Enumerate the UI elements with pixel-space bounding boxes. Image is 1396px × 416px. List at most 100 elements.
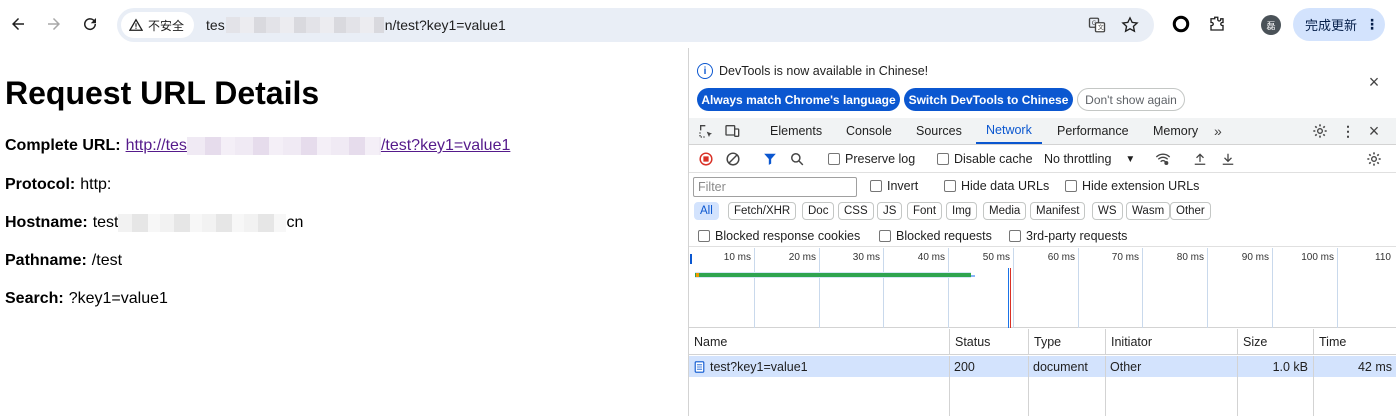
dont-show-again-button[interactable]: Don't show again: [1077, 88, 1185, 111]
record-stop-icon[interactable]: [697, 150, 715, 168]
tick-label: 100 ms: [1301, 252, 1334, 263]
requests-table: Name Status Type Initiator Size Time tes…: [689, 329, 1396, 416]
close-icon[interactable]: ×: [1366, 72, 1382, 92]
filter-input[interactable]: Filter: [693, 177, 857, 197]
grid-line: [1013, 248, 1014, 328]
address-bar[interactable]: 不安全 tes n/test?key1=value1 G文: [117, 8, 1154, 42]
grid-line: [1078, 248, 1079, 328]
hide-extension-urls-checkbox[interactable]: Hide extension URLs: [1065, 179, 1199, 193]
type-filter-other[interactable]: Other: [1170, 202, 1211, 220]
reload-button[interactable]: [72, 6, 108, 42]
inspect-element-icon[interactable]: [697, 122, 715, 140]
hide-extension-urls-label: Hide extension URLs: [1082, 179, 1200, 193]
search-row: Search: ?key1=value1: [5, 290, 168, 308]
header-status[interactable]: Status: [949, 329, 1028, 355]
language-infobar: i DevTools is now available in Chinese! …: [689, 48, 1396, 118]
search-icon[interactable]: [788, 150, 806, 168]
tab-sources[interactable]: Sources: [916, 118, 962, 144]
preserve-log-checkbox[interactable]: Preserve log: [828, 152, 915, 166]
svg-text:G: G: [1092, 20, 1097, 27]
update-button[interactable]: 完成更新 ⋮: [1293, 8, 1385, 41]
tab-console[interactable]: Console: [846, 118, 892, 144]
filter-funnel-icon[interactable]: [761, 150, 779, 168]
type-filter-fetch-xhr[interactable]: Fetch/XHR: [728, 202, 797, 220]
import-har-icon[interactable]: [1191, 150, 1209, 168]
type-filter-doc[interactable]: Doc: [802, 202, 835, 220]
close-devtools-icon[interactable]: ×: [1365, 121, 1383, 141]
throttling-select[interactable]: No throttling ▼: [1044, 152, 1135, 166]
disable-cache-checkbox[interactable]: Disable cache: [937, 152, 1033, 166]
reload-icon: [84, 18, 97, 31]
more-options-icon[interactable]: ⋮: [1339, 122, 1357, 140]
redacted-link-part: [186, 137, 381, 155]
type-filter-font[interactable]: Font: [907, 202, 943, 220]
invert-checkbox[interactable]: Invert: [870, 179, 918, 193]
extension-circle-icon[interactable]: [1170, 13, 1192, 35]
update-button-label: 完成更新: [1305, 18, 1358, 33]
timeline-start-marker: [690, 254, 692, 264]
type-filter-css[interactable]: CSS: [838, 202, 874, 220]
hostname-row: Hostname: test cn: [5, 214, 303, 232]
table-header: Name Status Type Initiator Size Time: [689, 329, 1396, 355]
header-time[interactable]: Time: [1313, 329, 1396, 355]
network-conditions-icon[interactable]: [1154, 150, 1172, 168]
tab-memory[interactable]: Memory: [1153, 118, 1198, 144]
header-size[interactable]: Size: [1237, 329, 1313, 355]
type-filter-all[interactable]: All: [694, 202, 719, 220]
type-filter-manifest[interactable]: Manifest: [1030, 202, 1086, 220]
preserve-log-label: Preserve log: [845, 152, 916, 166]
device-toolbar-icon[interactable]: [723, 122, 741, 140]
network-overview-timeline[interactable]: 10 ms 20 ms 30 ms 40 ms 50 ms 60 ms 70 m…: [689, 248, 1396, 328]
hostname-label: Hostname:: [5, 214, 88, 231]
third-party-requests-checkbox[interactable]: 3rd-party requests: [1009, 229, 1127, 243]
arrow-left-icon: [12, 18, 24, 30]
blocked-response-cookies-checkbox[interactable]: Blocked response cookies: [698, 229, 860, 243]
pathname-row: Pathname: /test: [5, 252, 122, 270]
infobar-text: DevTools is now available in Chinese!: [719, 64, 929, 78]
url-suffix: n/test?key1=value1: [384, 17, 506, 33]
table-row[interactable]: test?key1=value1 200 document Other 1.0 …: [689, 356, 1396, 377]
security-chip[interactable]: 不安全: [121, 12, 195, 38]
tab-network[interactable]: Network: [976, 118, 1042, 144]
type-filter-ws[interactable]: WS: [1092, 202, 1123, 220]
tab-performance[interactable]: Performance: [1057, 118, 1129, 144]
header-type[interactable]: Type: [1028, 329, 1105, 355]
url-text[interactable]: tes n/test?key1=value1: [206, 17, 506, 33]
back-button[interactable]: [0, 6, 36, 42]
row-time: 42 ms: [1357, 359, 1392, 374]
checkbox-box: [879, 230, 891, 242]
type-filter-img[interactable]: Img: [946, 202, 978, 220]
tab-elements[interactable]: Elements: [770, 118, 822, 144]
complete-url-prefix: http://tes: [125, 137, 187, 154]
type-filter-media[interactable]: Media: [983, 202, 1027, 220]
checkbox-box: [1065, 180, 1077, 192]
settings-gear-icon[interactable]: [1311, 122, 1329, 140]
avatar-letter: 磊: [1266, 20, 1276, 31]
header-name[interactable]: Name: [689, 329, 949, 355]
more-vertical-icon: ⋮: [1365, 16, 1380, 32]
document-icon: [694, 360, 705, 373]
blocked-requests-checkbox[interactable]: Blocked requests: [879, 229, 992, 243]
infobar-message: i DevTools is now available in Chinese!: [697, 63, 928, 79]
warning-icon: [129, 18, 143, 31]
dropdown-arrow-icon: ▼: [1125, 153, 1136, 165]
bookmark-star-icon[interactable]: [1120, 15, 1140, 35]
tick-label: 80 ms: [1176, 252, 1204, 263]
protocol-value: http:: [80, 176, 112, 193]
hide-data-urls-checkbox[interactable]: Hide data URLs: [944, 179, 1049, 193]
type-filter-js[interactable]: JS: [877, 202, 903, 220]
forward-button[interactable]: [36, 6, 72, 42]
profile-avatar[interactable]: 磊: [1261, 15, 1281, 35]
export-har-icon[interactable]: [1219, 150, 1237, 168]
grid-line: [754, 248, 755, 328]
complete-url-link[interactable]: http://tes /test?key1=value1: [125, 137, 510, 155]
clear-icon[interactable]: [724, 150, 742, 168]
network-settings-gear-icon[interactable]: [1365, 150, 1383, 168]
type-filter-wasm[interactable]: Wasm: [1126, 202, 1171, 220]
extensions-puzzle-icon[interactable]: [1206, 13, 1228, 35]
switch-chinese-button[interactable]: Switch DevTools to Chinese: [904, 88, 1073, 111]
translate-icon[interactable]: G文: [1087, 15, 1107, 35]
match-language-button[interactable]: Always match Chrome's language: [697, 88, 900, 111]
more-tabs-icon[interactable]: »: [1214, 118, 1222, 144]
header-initiator[interactable]: Initiator: [1105, 329, 1237, 355]
